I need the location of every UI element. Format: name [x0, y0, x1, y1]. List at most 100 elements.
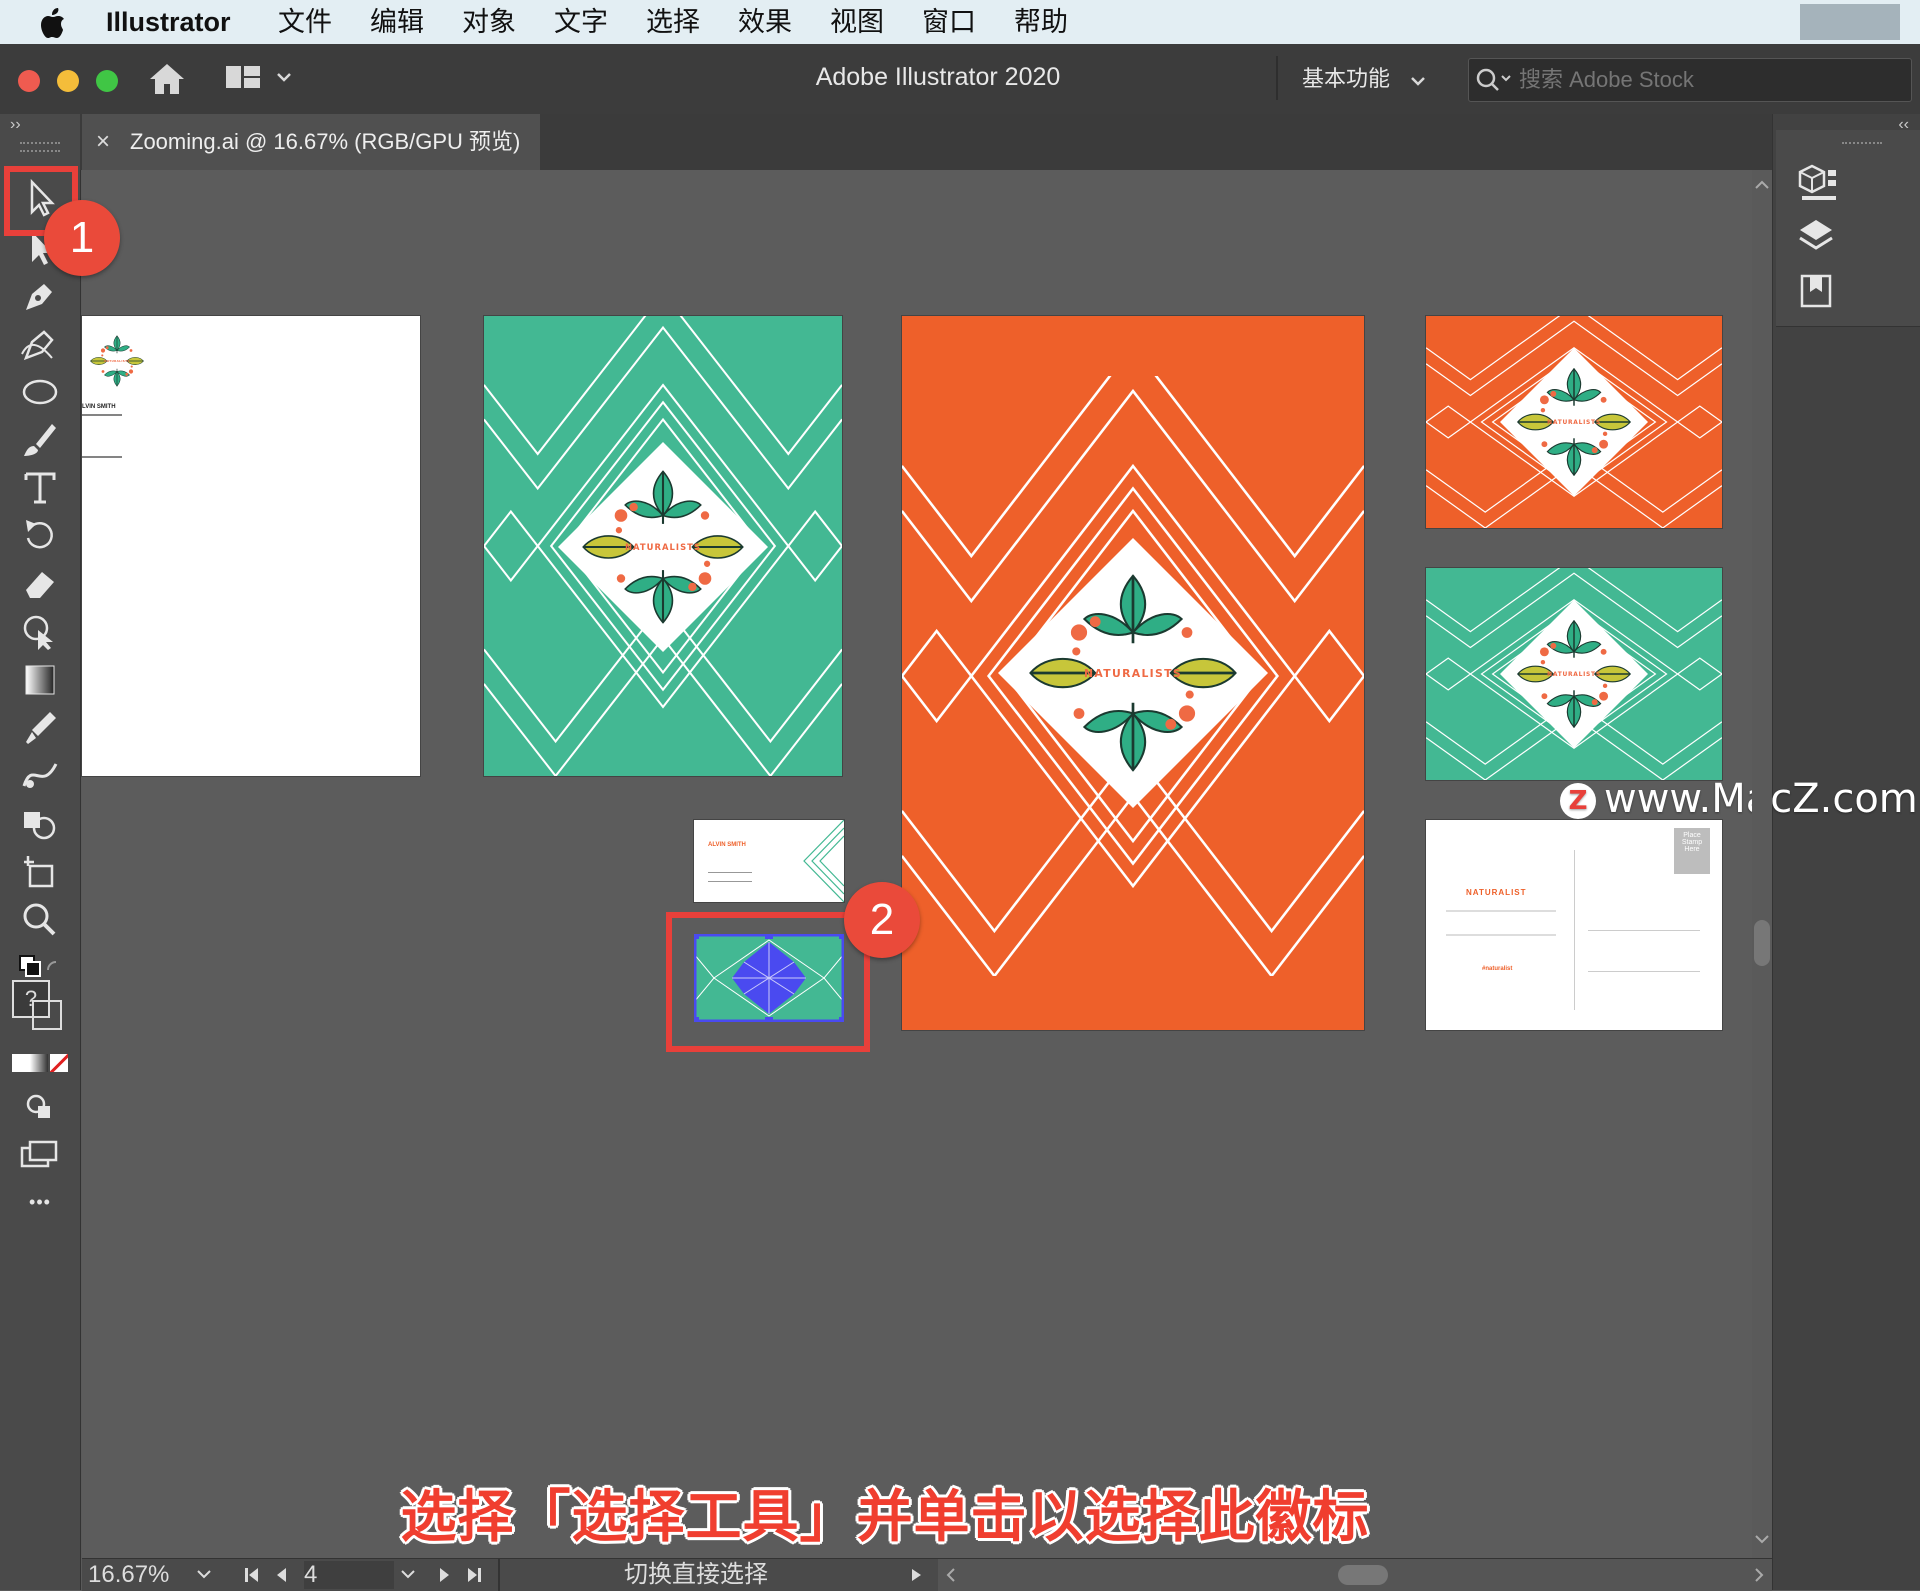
eyedropper-tool-icon[interactable]: [18, 708, 62, 748]
edit-toolbar-button[interactable]: •••: [0, 1192, 80, 1213]
none-button[interactable]: [50, 1054, 68, 1072]
card-chevron-pattern: [803, 820, 844, 902]
title-bar: Adobe Illustrator 2020 基本功能: [0, 44, 1920, 115]
artboard-business-card[interactable]: ALVIN SMITH: [694, 820, 844, 902]
highlight-logo: [666, 912, 870, 1052]
artboard-orange-card[interactable]: [1426, 316, 1722, 528]
letterhead-logo: [82, 326, 152, 396]
address-lines: [1588, 930, 1700, 972]
scroll-left-icon[interactable]: [944, 1567, 956, 1583]
naturalists-emblem: [558, 442, 768, 652]
workspace-switcher[interactable]: 基本功能: [1302, 44, 1390, 114]
shape-builder-tool-icon[interactable]: [18, 804, 62, 844]
artboard-green-poster[interactable]: [484, 316, 842, 776]
color-mode-buttons[interactable]: [12, 1054, 68, 1072]
status-bar: 16.67% 4 切换直接选择: [82, 1558, 1772, 1591]
type-tool-icon[interactable]: [18, 468, 62, 508]
puppet-warp-tool-icon[interactable]: [18, 612, 62, 652]
curvature-tool-icon[interactable]: [18, 324, 62, 364]
postcard-body-text: [1446, 910, 1556, 936]
naturalists-emblem: [998, 538, 1268, 808]
menu-view[interactable]: 视图: [830, 0, 884, 44]
blend-tool-icon[interactable]: [18, 756, 62, 796]
menu-status-area: [1800, 4, 1900, 40]
menu-edit[interactable]: 编辑: [370, 0, 424, 44]
stock-search-box[interactable]: [1468, 58, 1912, 102]
previous-artboard-icon[interactable]: [272, 1565, 292, 1585]
instruction-caption: 选择「选择工具」并单击以选择此徽标: [400, 1485, 1370, 1548]
vertical-scrollbar[interactable]: [1752, 170, 1772, 1558]
artboards-panel-icon[interactable]: [1796, 272, 1840, 312]
stroke-swatch[interactable]: [32, 1000, 62, 1030]
workspace-chevron-icon[interactable]: [1410, 76, 1426, 88]
canvas[interactable]: LVIN SMITH Place Stamp Here NATURALIST #…: [82, 170, 1752, 1558]
fill-stroke-swatch[interactable]: ?: [12, 980, 68, 1040]
horizontal-scroll-thumb[interactable]: [1338, 1565, 1388, 1585]
close-tab-icon[interactable]: ×: [96, 114, 110, 170]
horizontal-scrollbar[interactable]: [938, 1559, 1772, 1591]
step-badge-1: 1: [44, 200, 120, 276]
current-tool-hint[interactable]: 切换直接选择: [624, 1561, 768, 1589]
stamp-placeholder: Place Stamp Here: [1674, 828, 1710, 874]
screen-mode-icon[interactable]: [18, 1134, 62, 1174]
ellipse-tool-icon[interactable]: [18, 372, 62, 412]
divider: [1276, 56, 1278, 100]
card-contact: [708, 872, 752, 882]
menu-app-name[interactable]: Illustrator: [106, 0, 231, 44]
grip-icon[interactable]: [20, 142, 60, 152]
naturalists-emblem: [1500, 600, 1648, 748]
naturalists-emblem: [1500, 348, 1648, 496]
libraries-icon[interactable]: [1796, 162, 1840, 202]
card-name: ALVIN SMITH: [708, 842, 746, 848]
next-artboard-icon[interactable]: [434, 1565, 454, 1585]
menu-help[interactable]: 帮助: [1014, 0, 1068, 44]
artboard-orange-poster[interactable]: [902, 316, 1364, 1030]
eraser-tool-icon[interactable]: [18, 564, 62, 604]
panel-icons-group: [1776, 130, 1920, 327]
scroll-right-icon[interactable]: [1754, 1567, 1766, 1583]
artboard-tool-icon[interactable]: [18, 852, 62, 892]
grip-icon[interactable]: [1842, 142, 1882, 148]
paintbrush-tool-icon[interactable]: [18, 420, 62, 460]
menu-effect[interactable]: 效果: [738, 0, 792, 44]
zoom-level-field[interactable]: 16.67%: [88, 1561, 186, 1589]
artboard-dropdown-icon[interactable]: [400, 1569, 416, 1581]
artboard-green-card[interactable]: [1426, 568, 1722, 780]
postcard-title: NATURALIST: [1466, 888, 1527, 897]
postcard-hashtag: #naturalist: [1482, 966, 1513, 972]
menu-object[interactable]: 对象: [462, 0, 516, 44]
gradient-tool-icon[interactable]: [18, 660, 62, 700]
divider: [498, 1559, 500, 1591]
apple-icon[interactable]: [40, 8, 66, 38]
status-menu-icon[interactable]: [908, 1567, 924, 1583]
stock-search-input[interactable]: [1517, 63, 1901, 97]
draw-mode-icon[interactable]: [18, 1086, 62, 1126]
gradient-button[interactable]: [30, 1054, 48, 1072]
last-artboard-icon[interactable]: [464, 1565, 484, 1585]
watermark: Zwww.MacZ.com: [1560, 776, 1918, 822]
zoom-dropdown-icon[interactable]: [196, 1569, 212, 1581]
artboard-letterhead[interactable]: LVIN SMITH: [82, 316, 420, 776]
step-badge-2: 2: [844, 882, 920, 958]
artboard-number-field[interactable]: 4: [304, 1561, 394, 1589]
vertical-scroll-thumb[interactable]: [1754, 920, 1770, 966]
document-tab[interactable]: × Zooming.ai @ 16.67% (RGB/GPU 预览): [82, 114, 540, 170]
artboard-postcard[interactable]: Place Stamp Here NATURALIST #naturalist: [1426, 820, 1722, 1030]
first-artboard-icon[interactable]: [242, 1565, 262, 1585]
layers-icon[interactable]: [1796, 218, 1840, 258]
right-panel-dock: ‹‹: [1772, 114, 1920, 1590]
menu-file[interactable]: 文件: [278, 0, 332, 44]
search-icon: [1476, 68, 1511, 91]
menu-select[interactable]: 选择: [646, 0, 700, 44]
pen-tool-icon[interactable]: [18, 276, 62, 316]
zoom-tool-icon[interactable]: [18, 900, 62, 940]
collapse-panel-icon[interactable]: ››: [10, 116, 21, 134]
menu-window[interactable]: 窗口: [922, 0, 976, 44]
document-tab-label: Zooming.ai @ 16.67% (RGB/GPU 预览): [130, 129, 521, 154]
postcard-divider: [1574, 850, 1575, 1010]
menu-type[interactable]: 文字: [554, 0, 608, 44]
scroll-up-icon[interactable]: [1754, 178, 1770, 190]
rotate-tool-icon[interactable]: [18, 516, 62, 556]
letterhead-name: LVIN SMITH: [82, 404, 116, 410]
color-button[interactable]: [12, 1054, 30, 1072]
